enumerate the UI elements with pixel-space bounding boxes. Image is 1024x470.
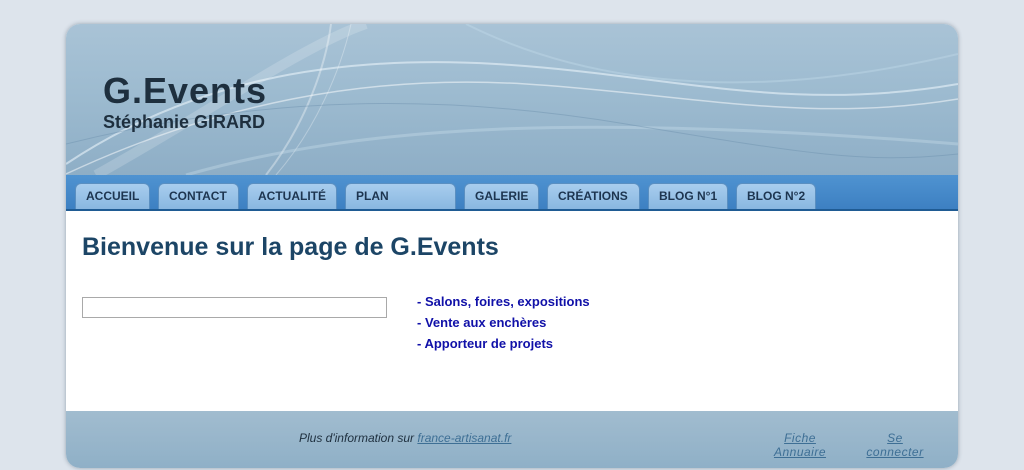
tab-accueil[interactable]: ACCUEIL — [75, 183, 150, 209]
site-header: G.Events Stéphanie GIRARD — [66, 24, 958, 175]
page-heading: Bienvenue sur la page de G.Events — [82, 233, 499, 261]
services-list: - Salons, foires, expositions - Vente au… — [417, 291, 590, 354]
fiche-annuaire-line2: Annuaire — [773, 445, 827, 459]
fiche-annuaire-line1: Fiche — [784, 431, 816, 445]
text-input-box[interactable] — [82, 297, 387, 318]
service-link-encheres[interactable]: - Vente aux enchères — [417, 312, 590, 333]
site-footer: Plus d'information sur france-artisanat.… — [66, 411, 958, 468]
tab-blog-1[interactable]: BLOG N°1 — [648, 183, 728, 209]
tab-galerie[interactable]: GALERIE — [464, 183, 539, 209]
fiche-annuaire-link[interactable]: Fiche Annuaire — [769, 431, 831, 459]
main-content: Bienvenue sur la page de G.Events - Salo… — [66, 211, 958, 411]
service-link-projets[interactable]: - Apporteur de projets — [417, 333, 590, 354]
se-connecter-link[interactable]: Se connecter — [862, 431, 928, 459]
se-connecter-line1: Se — [887, 431, 903, 445]
tab-creations[interactable]: CRÉATIONS — [547, 183, 640, 209]
tab-actualite[interactable]: ACTUALITÉ — [247, 183, 337, 209]
footer-info: Plus d'information sur france-artisanat.… — [299, 431, 511, 445]
france-artisanat-link[interactable]: france-artisanat.fr — [417, 431, 511, 445]
service-link-salons[interactable]: - Salons, foires, expositions — [417, 291, 590, 312]
tab-blog-2[interactable]: BLOG N°2 — [736, 183, 816, 209]
tab-contact[interactable]: CONTACT — [158, 183, 239, 209]
page-frame: G.Events Stéphanie GIRARD ACCUEIL CONTAC… — [66, 24, 958, 468]
footer-info-text: Plus d'information sur — [299, 431, 415, 445]
se-connecter-line2: connecter — [866, 445, 924, 459]
main-navigation: ACCUEIL CONTACT ACTUALITÉ PLAN GALERIE C… — [66, 175, 958, 211]
tab-plan[interactable]: PLAN — [345, 183, 456, 209]
site-title: G.Events — [103, 70, 268, 111]
site-subtitle: Stéphanie GIRARD — [103, 112, 266, 132]
